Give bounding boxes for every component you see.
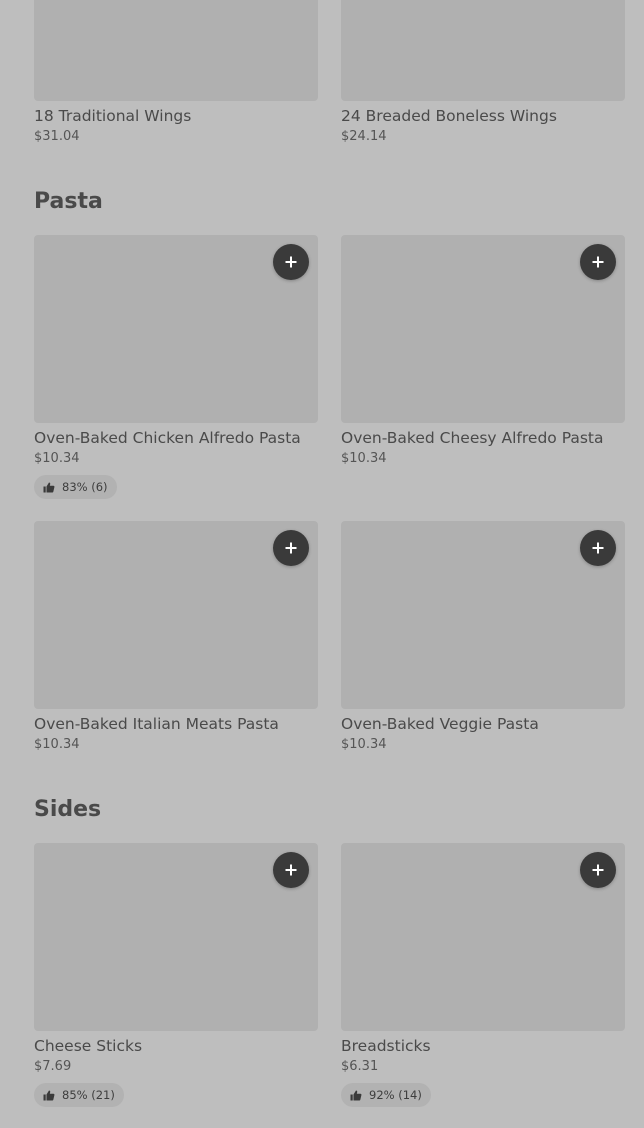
item-name: 18 Traditional Wings: [34, 107, 192, 125]
item-name: Breadsticks: [341, 1037, 431, 1055]
item-image[interactable]: [34, 521, 318, 709]
menu-item-card[interactable]: Breadsticks $6.31 92% (14): [341, 843, 625, 1107]
add-item-button[interactable]: [273, 852, 309, 888]
plus-icon: [592, 864, 604, 876]
item-name: Oven-Baked Chicken Alfredo Pasta: [34, 429, 301, 447]
plus-icon: [285, 256, 297, 268]
menu-page: 18 Traditional Wings $31.04 24 Breaded B…: [0, 0, 644, 1128]
add-item-button[interactable]: [580, 530, 616, 566]
plus-icon: [592, 256, 604, 268]
plus-icon: [285, 542, 297, 554]
item-name: Oven-Baked Veggie Pasta: [341, 715, 539, 733]
thumbs-up-icon: [350, 1090, 362, 1100]
item-image[interactable]: [341, 0, 625, 101]
add-item-button[interactable]: [273, 244, 309, 280]
menu-item-card[interactable]: Oven-Baked Chicken Alfredo Pasta $10.34 …: [34, 235, 318, 499]
rating-badge: 83% (6): [34, 475, 117, 499]
menu-item-card[interactable]: 24 Breaded Boneless Wings $24.14: [341, 0, 625, 145]
item-price: $7.69: [34, 1059, 72, 1074]
item-price: $10.34: [341, 451, 387, 466]
add-item-button[interactable]: [580, 244, 616, 280]
item-name: Oven-Baked Italian Meats Pasta: [34, 715, 279, 733]
plus-icon: [592, 542, 604, 554]
add-item-button[interactable]: [580, 852, 616, 888]
item-name: 24 Breaded Boneless Wings: [341, 107, 557, 125]
section-title-sides: Sides: [34, 797, 102, 822]
rating-text: 83% (6): [62, 480, 108, 494]
menu-item-card[interactable]: Oven-Baked Cheesy Alfredo Pasta $10.34: [341, 235, 625, 467]
item-name: Cheese Sticks: [34, 1037, 143, 1055]
item-image[interactable]: [341, 521, 625, 709]
item-image[interactable]: [341, 843, 625, 1031]
item-image[interactable]: [34, 0, 318, 101]
item-price: $10.34: [34, 451, 80, 466]
plus-icon: [285, 864, 297, 876]
item-image[interactable]: [34, 843, 318, 1031]
item-price: $31.04: [34, 129, 80, 144]
add-item-button[interactable]: [273, 530, 309, 566]
menu-item-card[interactable]: Cheese Sticks $7.69 85% (21): [34, 843, 318, 1107]
menu-item-card[interactable]: 18 Traditional Wings $31.04: [34, 0, 318, 145]
item-price: $10.34: [34, 737, 80, 752]
item-image[interactable]: [34, 235, 318, 423]
thumbs-up-icon: [43, 482, 55, 492]
rating-text: 85% (21): [62, 1088, 115, 1102]
item-price: $24.14: [341, 129, 387, 144]
item-image[interactable]: [341, 235, 625, 423]
rating-text: 92% (14): [369, 1088, 422, 1102]
menu-item-card[interactable]: Oven-Baked Veggie Pasta $10.34: [341, 521, 625, 753]
menu-item-card[interactable]: Oven-Baked Italian Meats Pasta $10.34: [34, 521, 318, 753]
section-title-pasta: Pasta: [34, 189, 103, 214]
item-name: Oven-Baked Cheesy Alfredo Pasta: [341, 429, 604, 447]
thumbs-up-icon: [43, 1090, 55, 1100]
item-price: $10.34: [341, 737, 387, 752]
rating-badge: 92% (14): [341, 1083, 431, 1107]
item-price: $6.31: [341, 1059, 379, 1074]
rating-badge: 85% (21): [34, 1083, 124, 1107]
